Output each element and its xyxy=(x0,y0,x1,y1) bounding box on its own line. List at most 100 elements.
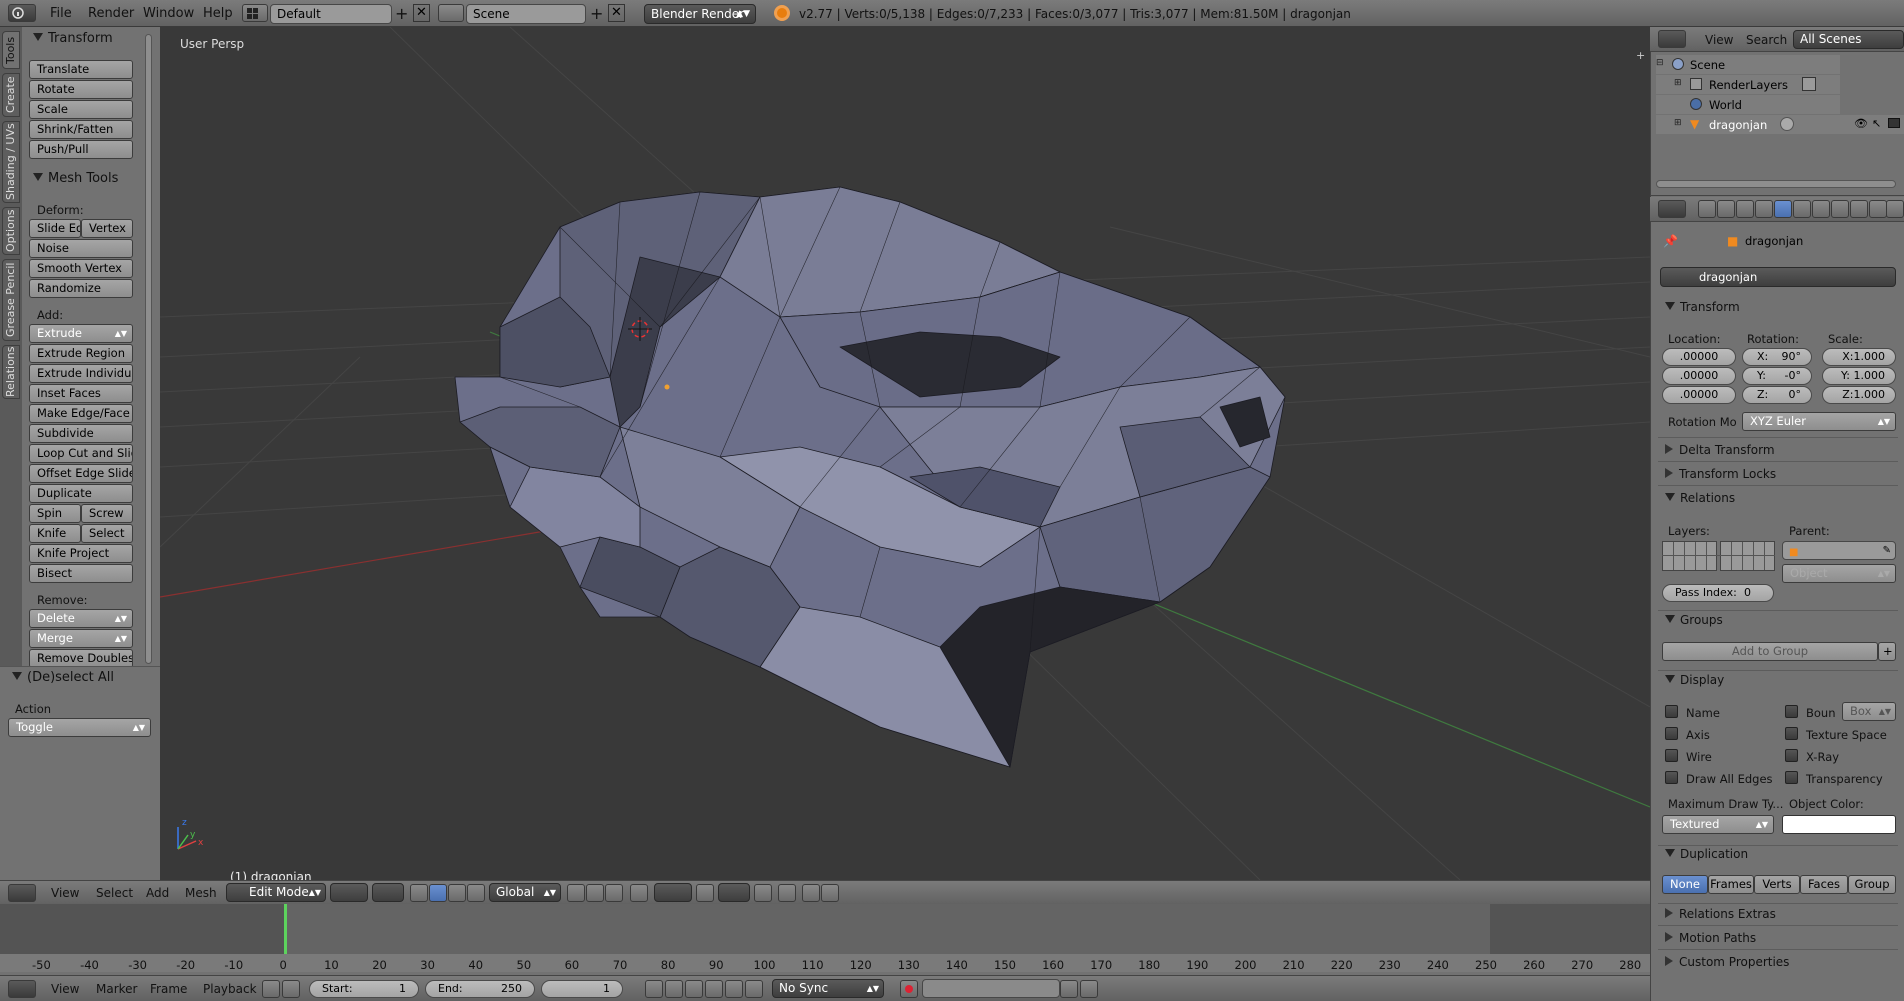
jump-start-icon[interactable] xyxy=(645,980,663,998)
render-engine-select[interactable]: Blender Render ▲▼ xyxy=(644,4,756,24)
prev-keyframe-icon[interactable] xyxy=(665,980,683,998)
scene-icon[interactable] xyxy=(438,4,464,22)
duplicate-button[interactable]: Duplicate xyxy=(29,484,133,503)
delete-select[interactable]: Delete ▲▼ xyxy=(29,609,133,628)
scene-tab-icon[interactable] xyxy=(1736,200,1754,218)
viewport-menu-select[interactable]: Select xyxy=(96,886,133,900)
loop-cut-slide-button[interactable]: Loop Cut and Slide xyxy=(29,444,133,463)
timeline-menu-view[interactable]: View xyxy=(51,982,79,996)
pivot-select[interactable] xyxy=(372,883,404,902)
preview-range-icon[interactable] xyxy=(262,980,280,998)
render-tab-icon[interactable] xyxy=(1698,200,1716,218)
tab-options[interactable]: Options xyxy=(2,207,20,255)
offset-edge-slide-button[interactable]: Offset Edge Slide xyxy=(29,464,133,483)
scale-button[interactable]: Scale xyxy=(29,100,133,119)
eyedropper-icon[interactable]: ✎ xyxy=(1883,542,1891,560)
relations-extras-header[interactable]: Relations Extras xyxy=(1665,907,1776,921)
x-ray-checkbox[interactable] xyxy=(1785,749,1798,762)
add-to-group-button[interactable]: Add to Group xyxy=(1662,642,1878,661)
occlude-geometry-icon[interactable] xyxy=(754,884,772,902)
bisect-button[interactable]: Bisect xyxy=(29,564,133,583)
expand-dragonjan-icon[interactable]: ⊞ xyxy=(1674,118,1682,128)
outliner-menu-view[interactable]: View xyxy=(1705,33,1733,47)
lock-range-icon[interactable] xyxy=(282,980,300,998)
knife-project-button[interactable]: Knife Project xyxy=(29,544,133,563)
tab-grease-pencil[interactable]: Grease Pencil xyxy=(2,259,20,341)
translate-button[interactable]: Translate xyxy=(29,60,133,79)
remove-scene-icon[interactable]: ✕ xyxy=(608,4,625,22)
menu-window[interactable]: Window xyxy=(143,6,194,21)
scale-z-field[interactable]: Z:1.000 xyxy=(1822,386,1896,404)
dupli-none-tab[interactable]: None xyxy=(1662,875,1708,894)
rotation-mode-select[interactable]: XYZ Euler ▲▼ xyxy=(1742,412,1896,431)
location-x-field[interactable]: .00000 xyxy=(1662,348,1736,366)
transparency-checkbox[interactable] xyxy=(1785,771,1798,784)
rotation-x-field[interactable]: X: 90° xyxy=(1742,348,1812,366)
viewport-menu-mesh[interactable]: Mesh xyxy=(185,886,217,900)
keying-set-field[interactable] xyxy=(922,979,1060,998)
extrude-individual-button[interactable]: Extrude Individual xyxy=(29,364,133,383)
inset-faces-button[interactable]: Inset Faces xyxy=(29,384,133,403)
add-scene-icon[interactable]: + xyxy=(590,4,603,23)
prop-transform-header[interactable]: Transform xyxy=(1665,300,1740,314)
screw-button[interactable]: Screw xyxy=(81,504,133,523)
layers-grid-1[interactable] xyxy=(1662,541,1717,571)
translate-manipulator-icon[interactable] xyxy=(429,884,447,902)
scale-manipulator-icon[interactable] xyxy=(467,884,485,902)
selectable-cursor-icon[interactable]: ↖ xyxy=(1872,117,1881,130)
layer-icon-3[interactable] xyxy=(605,884,623,902)
snap-element-select[interactable] xyxy=(718,883,750,902)
dupli-frames-tab[interactable]: Frames xyxy=(1708,875,1754,894)
jump-end-icon[interactable] xyxy=(745,980,763,998)
timeline-menu-frame[interactable]: Frame xyxy=(150,982,187,996)
display-header[interactable]: Display xyxy=(1665,673,1724,687)
tool-shelf-scrollbar[interactable] xyxy=(145,34,152,664)
parent-field[interactable]: ■ ✎ xyxy=(1782,541,1896,560)
physics-tab-icon[interactable] xyxy=(1886,200,1904,218)
pass-index-field[interactable]: Pass Index: 0 xyxy=(1662,584,1774,602)
relations-header[interactable]: Relations xyxy=(1665,491,1735,505)
renderable-camera-icon[interactable] xyxy=(1888,118,1900,128)
remove-layout-icon[interactable]: ✕ xyxy=(413,4,430,22)
material-tab-icon[interactable] xyxy=(1850,200,1868,218)
knife-select-button[interactable]: Select xyxy=(81,524,133,543)
location-z-field[interactable]: .00000 xyxy=(1662,386,1736,404)
constraints-tab-icon[interactable] xyxy=(1793,200,1811,218)
viewport-menu-add[interactable]: Add xyxy=(146,886,169,900)
layer-icon-1[interactable] xyxy=(567,884,585,902)
max-draw-type-select[interactable]: Textured ▲▼ xyxy=(1662,815,1774,834)
bounds-type-select[interactable]: Box ▲▼ xyxy=(1842,702,1896,721)
sync-select[interactable]: No Sync ▲▼ xyxy=(772,979,884,998)
insert-keyframe-icon[interactable] xyxy=(1060,980,1078,998)
rotation-z-field[interactable]: Z: 0° xyxy=(1742,386,1812,404)
timeline-editor-icon[interactable] xyxy=(8,980,36,998)
groups-header[interactable]: Groups xyxy=(1665,613,1723,627)
extrude-select[interactable]: Extrude ▲▼ xyxy=(29,324,133,343)
scale-x-field[interactable]: X:1.000 xyxy=(1822,348,1896,366)
current-frame-marker[interactable] xyxy=(284,904,287,954)
timeline-menu-playback[interactable]: Playback xyxy=(203,982,257,996)
dupli-group-tab[interactable]: Group xyxy=(1848,875,1896,894)
noise-button[interactable]: Noise xyxy=(29,239,133,258)
expand-renderlayers-icon[interactable]: ⊞ xyxy=(1674,78,1682,88)
make-edge-face-button[interactable]: Make Edge/Face xyxy=(29,404,133,423)
motion-paths-header[interactable]: Motion Paths xyxy=(1665,931,1756,945)
axis-checkbox[interactable] xyxy=(1665,727,1678,740)
rotate-manipulator-icon[interactable] xyxy=(448,884,466,902)
3d-viewport[interactable]: z y x User Persp (1) dragonjan + xyxy=(160,27,1650,880)
transform-panel-header[interactable]: Transform xyxy=(33,31,113,46)
menu-help[interactable]: Help xyxy=(203,6,233,21)
data-tab-icon[interactable] xyxy=(1831,200,1849,218)
snap-target-icon[interactable] xyxy=(630,884,648,902)
rotate-button[interactable]: Rotate xyxy=(29,80,133,99)
timeline[interactable] xyxy=(0,904,1650,972)
current-frame-field[interactable]: 1 xyxy=(541,980,623,998)
timeline-menu-marker[interactable]: Marker xyxy=(96,982,137,996)
outliner-scrollbar[interactable] xyxy=(1656,180,1896,188)
duplication-header[interactable]: Duplication xyxy=(1665,847,1748,861)
screen-layout-icon[interactable] xyxy=(242,4,268,22)
merge-select[interactable]: Merge ▲▼ xyxy=(29,629,133,648)
manipulator-toggle-icon[interactable] xyxy=(410,884,428,902)
viewport-region-toggle-icon[interactable]: + xyxy=(1636,49,1645,62)
shading-mode-select[interactable] xyxy=(330,883,368,902)
